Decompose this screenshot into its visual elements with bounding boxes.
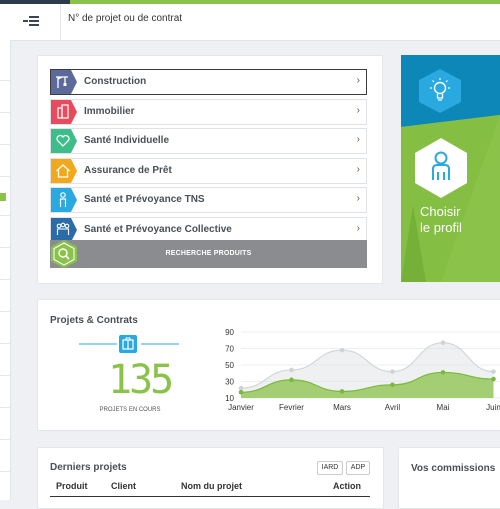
table-header-line (50, 496, 370, 497)
x-tick-label: Juin (486, 403, 500, 412)
column-header-nom-projet[interactable]: Nom du projet (181, 481, 242, 491)
y-tick-label: 70 (225, 345, 234, 354)
recent-projects-title: Derniers projets (50, 462, 127, 473)
y-tick-label: 90 (225, 328, 234, 337)
adp-filter-button[interactable]: ADP (346, 461, 370, 475)
data-point (289, 367, 294, 373)
data-point (491, 369, 496, 374)
column-header-action[interactable]: Action (333, 481, 361, 491)
column-header-client[interactable]: Client (111, 481, 136, 491)
commissions-title: Vos commissions (411, 463, 496, 474)
y-tick-label: 10 (225, 394, 234, 403)
x-tick-label: Fevrier (279, 403, 304, 412)
x-tick-label: Mai (437, 403, 450, 412)
data-point (238, 385, 244, 391)
projects-chart: 10 30 50 70 90 Janvier Fevrier Mars Avril Mai Juin (225, 328, 500, 412)
data-point (440, 340, 446, 346)
y-tick-label: 30 (225, 378, 234, 387)
x-tick-label: Janvier (228, 403, 254, 412)
iard-filter-button[interactable]: IARD (317, 461, 343, 475)
data-point (491, 376, 496, 382)
data-point (440, 370, 446, 375)
x-tick-label: Avril (385, 403, 401, 412)
column-header-produit[interactable]: Produit (56, 481, 88, 491)
y-tick-label: 50 (225, 361, 234, 370)
data-point (390, 382, 395, 388)
data-point (339, 389, 345, 394)
data-point (289, 377, 294, 383)
data-point (339, 347, 345, 353)
data-point (390, 369, 395, 374)
data-point (238, 389, 244, 395)
x-tick-label: Mars (333, 403, 351, 412)
